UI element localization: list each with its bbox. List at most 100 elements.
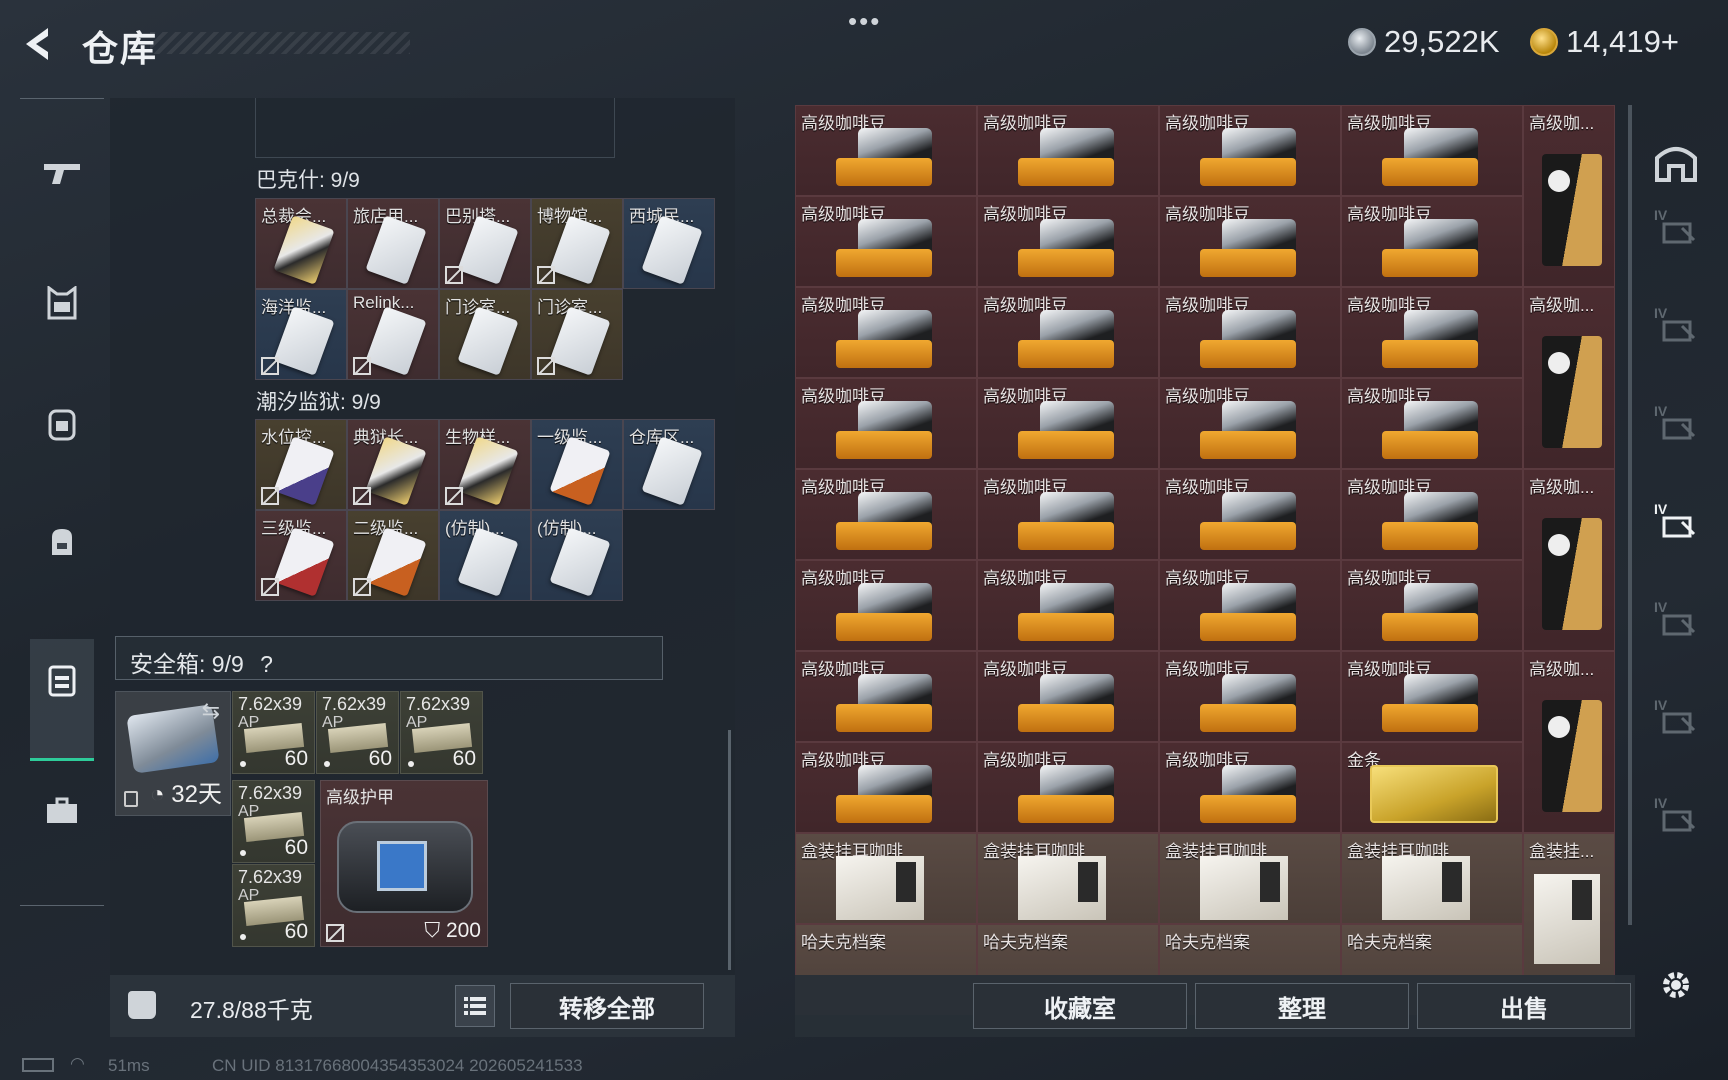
keycard-slot[interactable]: 三级监... <box>255 510 347 601</box>
coffee-bean-item[interactable]: 高级咖啡豆 <box>1341 287 1523 378</box>
coffee-bean-item[interactable]: 高级咖啡豆 <box>795 742 977 833</box>
coffee-bean-bag-item[interactable]: 高级咖... <box>1523 105 1615 287</box>
coffee-bean-item[interactable]: 高级咖啡豆 <box>1341 378 1523 469</box>
keycard-slot[interactable]: 门诊室... <box>439 289 531 380</box>
ammo-slot[interactable]: 7.62x39 AP 60 <box>400 691 483 774</box>
coffee-bean-item[interactable]: 高级咖啡豆 <box>1341 196 1523 287</box>
safe-case-slot[interactable]: ⇆ ◔ 32天 <box>115 691 231 816</box>
boxed-coffee-item[interactable]: 盒装挂耳咖啡 <box>1341 833 1523 924</box>
coffee-bean-item[interactable]: 高级咖啡豆 <box>795 378 977 469</box>
organize-button[interactable]: 整理 <box>1195 983 1409 1029</box>
settings-gear-icon[interactable] <box>1648 963 1704 1007</box>
coffee-bean-item[interactable]: 高级咖啡豆 <box>1341 469 1523 560</box>
back-button[interactable] <box>18 22 62 66</box>
coffee-bean-bag-item[interactable]: 高级咖... <box>1523 651 1615 833</box>
ammo-slot[interactable]: 7.62x39 AP 60 <box>316 691 399 774</box>
coffee-bean-item[interactable]: 高级咖啡豆 <box>1159 651 1341 742</box>
ammo-slot[interactable]: 7.62x39 AP 60 <box>232 864 315 947</box>
coffee-bean-item[interactable]: 高级咖啡豆 <box>977 469 1159 560</box>
coffee-bean-bag-item-label: 高级咖... <box>1529 114 1595 133</box>
gun-icon[interactable] <box>40 151 84 195</box>
sell-button[interactable]: 出售 <box>1417 983 1631 1029</box>
stash-scrollbar[interactable] <box>1628 105 1632 925</box>
briefcase-icon[interactable] <box>40 789 84 833</box>
coffee-bean-image <box>836 492 936 552</box>
keycard-slot[interactable]: Relink... <box>347 289 439 380</box>
coffee-bean-image <box>1018 219 1118 279</box>
boxed-coffee-item[interactable]: 盒装挂耳咖啡 <box>1159 833 1341 924</box>
coffee-bean-item[interactable]: 高级咖啡豆 <box>1341 651 1523 742</box>
ammo-slot[interactable]: 7.62x39 AP 60 <box>232 780 315 863</box>
coffee-bean-item[interactable]: 高级咖啡豆 <box>977 560 1159 651</box>
boxed-coffee-item[interactable]: 盒装挂耳咖啡 <box>795 833 977 924</box>
coffee-bean-item[interactable]: 高级咖啡豆 <box>977 196 1159 287</box>
coffee-bean-item[interactable]: 高级咖啡豆 <box>1159 742 1341 833</box>
keycard-slot[interactable]: 生物样... <box>439 419 531 510</box>
help-icon[interactable]: ? <box>260 651 273 677</box>
coffee-bean-item[interactable]: 高级咖啡豆 <box>977 378 1159 469</box>
keycard-slot[interactable]: 巴别塔... <box>439 198 531 289</box>
keycard-slot[interactable]: 旅店用... <box>347 198 439 289</box>
list-view-button[interactable] <box>455 985 495 1027</box>
swap-icon[interactable]: ⇆ <box>202 698 220 724</box>
gold-bar-item[interactable]: 金条 <box>1341 742 1523 833</box>
coffee-bean-item[interactable]: 高级咖啡豆 <box>1341 560 1523 651</box>
stash-page-tab[interactable]: IV <box>1648 501 1704 545</box>
keycard-slot[interactable]: 仓库区... <box>623 419 715 510</box>
ammo-slot[interactable]: 7.62x39 AP 60 <box>232 691 315 774</box>
coffee-bean-item[interactable]: 高级咖啡豆 <box>1159 378 1341 469</box>
home-base-icon[interactable] <box>1648 139 1704 183</box>
silver-currency[interactable]: 29,522K <box>1348 24 1500 60</box>
coffee-bean-item[interactable]: 高级咖啡豆 <box>977 105 1159 196</box>
stash-page-tab[interactable]: IV <box>1648 795 1704 839</box>
left-scrollbar[interactable] <box>728 730 731 970</box>
coffee-bean-item[interactable]: 高级咖啡豆 <box>795 469 977 560</box>
coffee-bean-item[interactable]: 高级咖啡豆 <box>795 560 977 651</box>
keycard-slot[interactable]: (仿制)... <box>439 510 531 601</box>
stash-page-tab[interactable]: IV <box>1648 599 1704 643</box>
havk-archive-item-label: 哈夫克档案 <box>983 933 1068 952</box>
coffee-bean-item[interactable]: 高级咖啡豆 <box>977 651 1159 742</box>
keycard-slot[interactable]: 门诊室... <box>531 289 623 380</box>
coffee-bean-bag-item[interactable]: 高级咖... <box>1523 287 1615 469</box>
container-icon[interactable] <box>40 659 84 703</box>
stash-page-tab[interactable]: IV <box>1648 403 1704 447</box>
gold-currency[interactable]: 14,419+ <box>1530 24 1679 60</box>
transfer-all-button[interactable]: 转移全部 <box>510 983 704 1029</box>
coffee-bean-item[interactable]: 高级咖啡豆 <box>795 287 977 378</box>
coffee-bean-item[interactable]: 高级咖啡豆 <box>1159 196 1341 287</box>
backpack-icon[interactable] <box>40 401 84 445</box>
bag-icon[interactable] <box>40 519 84 563</box>
stash-page-tab[interactable]: IV <box>1648 305 1704 349</box>
coffee-bean-item[interactable]: 高级咖啡豆 <box>795 105 977 196</box>
keycard-slot[interactable]: (仿制)... <box>531 510 623 601</box>
coffee-bean-item[interactable]: 高级咖啡豆 <box>795 196 977 287</box>
keycard-slot[interactable]: 博物馆... <box>531 198 623 289</box>
stash-page-tab[interactable]: IV <box>1648 207 1704 251</box>
keycard-slot[interactable]: 西城民... <box>623 198 715 289</box>
menu-dots[interactable]: ••• <box>848 6 881 37</box>
armor-vest-icon[interactable] <box>40 281 84 325</box>
collection-room-button[interactable]: 收藏室 <box>973 983 1187 1029</box>
stash-page-tab[interactable]: IV <box>1648 697 1704 741</box>
coffee-bean-item[interactable]: 高级咖啡豆 <box>1159 287 1341 378</box>
coffee-bean-image <box>1018 583 1118 643</box>
keycard-slot[interactable]: 典狱长... <box>347 419 439 510</box>
boxed-coffee-item[interactable]: 盒装挂耳咖啡 <box>977 833 1159 924</box>
coffee-bean-item[interactable]: 高级咖啡豆 <box>977 287 1159 378</box>
coffee-bean-item[interactable]: 高级咖啡豆 <box>795 651 977 742</box>
coffee-bean-item[interactable]: 高级咖啡豆 <box>1159 469 1341 560</box>
safe-box-title: 安全箱: 9/9 <box>130 651 244 677</box>
keycard-slot[interactable]: 一级监... <box>531 419 623 510</box>
coffee-bean-item[interactable]: 高级咖啡豆 <box>1159 105 1341 196</box>
coffee-bean-bag-item[interactable]: 高级咖... <box>1523 469 1615 651</box>
armor-slot[interactable]: 高级护甲 ⛉ 200 <box>320 780 488 947</box>
keycard-slot[interactable]: 二级监... <box>347 510 439 601</box>
coffee-bean-item[interactable]: 高级咖啡豆 <box>977 742 1159 833</box>
coffee-box-image <box>1382 856 1470 920</box>
keycard-slot[interactable]: 海洋监... <box>255 289 347 380</box>
coffee-bean-item[interactable]: 高级咖啡豆 <box>1341 105 1523 196</box>
keycard-slot[interactable]: 总裁会... <box>255 198 347 289</box>
keycard-slot[interactable]: 水位控... <box>255 419 347 510</box>
coffee-bean-item[interactable]: 高级咖啡豆 <box>1159 560 1341 651</box>
